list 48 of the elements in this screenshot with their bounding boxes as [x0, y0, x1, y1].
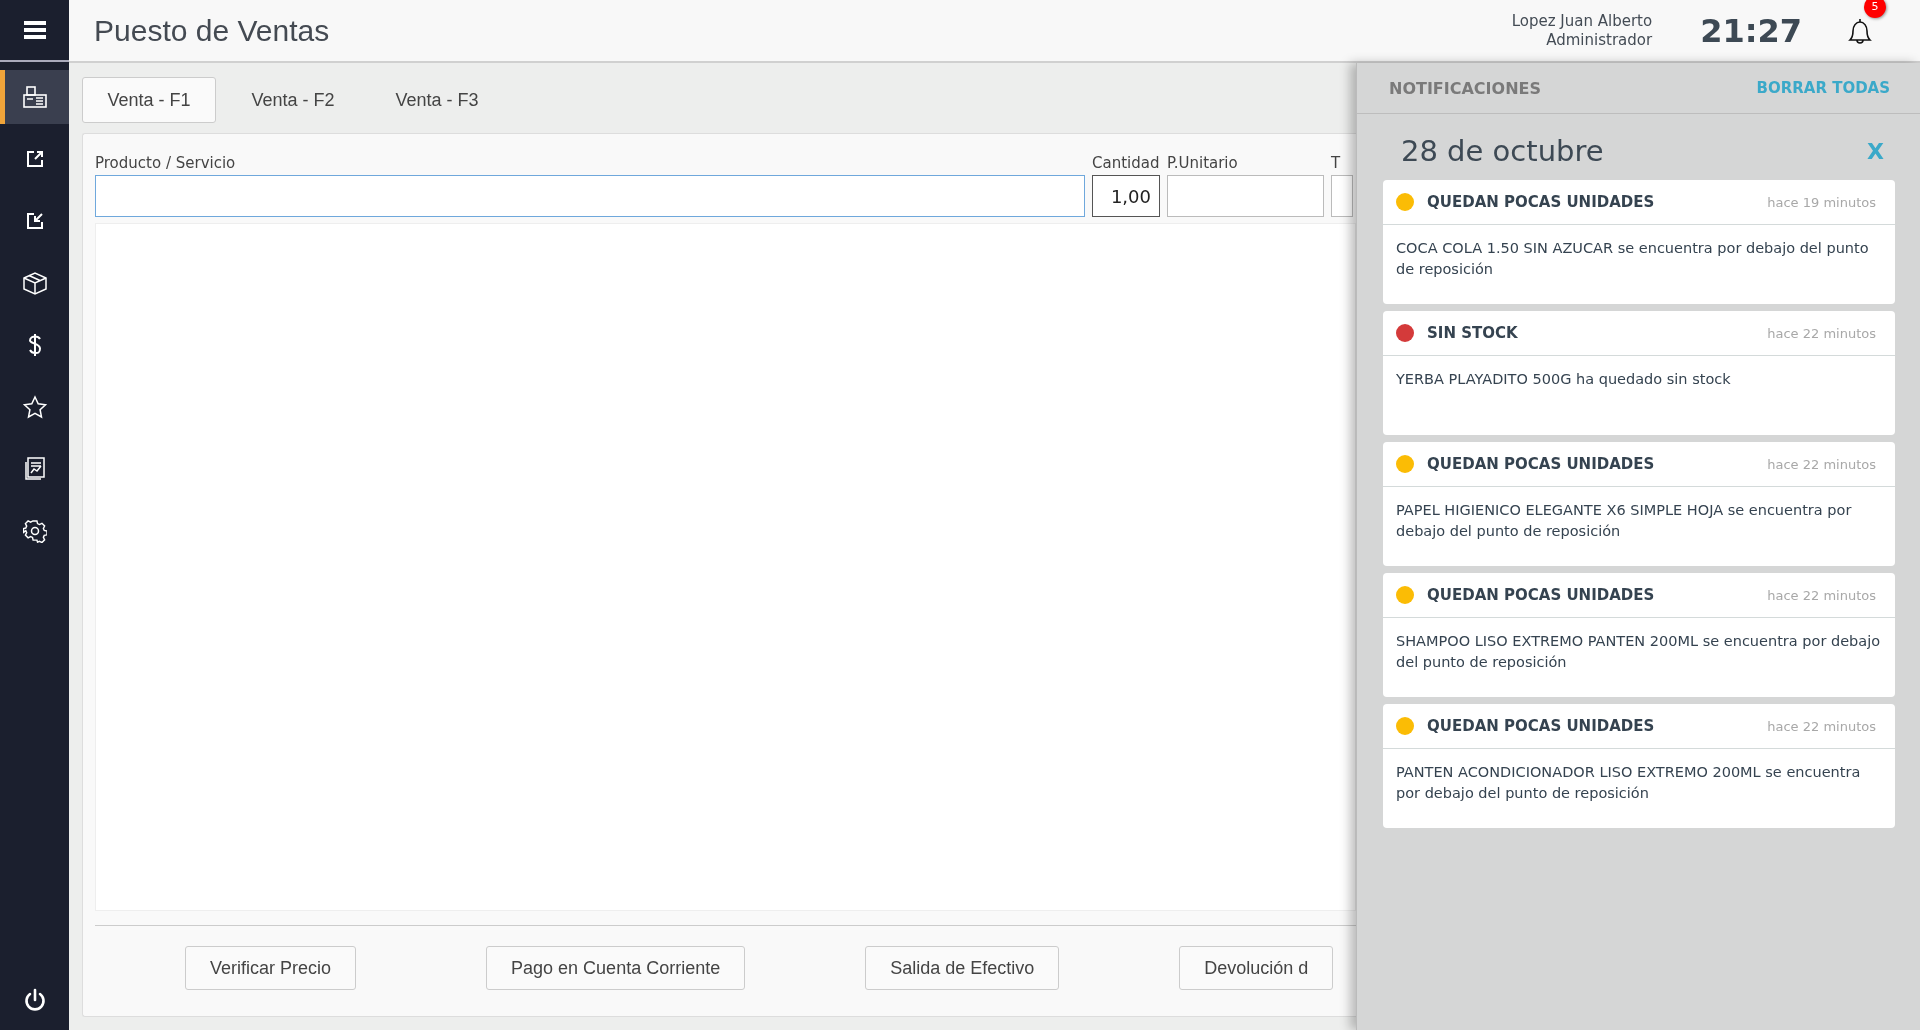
- dollar-icon: [27, 333, 42, 357]
- notification-title: QUEDAN POCAS UNIDADES: [1427, 455, 1656, 473]
- clock-time: 21:27: [1700, 11, 1802, 50]
- sale-tab[interactable]: Venta - F1: [82, 77, 216, 123]
- notification-message: SHAMPOO LISO EXTREMO PANTEN 200ML se encuentra por debajo del punto de reposición: [1395, 632, 1882, 672]
- notification-badge: 5: [1864, 0, 1886, 18]
- notification-title: QUEDAN POCAS UNIDADES: [1427, 717, 1656, 735]
- notification-title: QUEDAN POCAS UNIDADES: [1427, 586, 1656, 604]
- menu-icon[interactable]: [23, 20, 46, 40]
- notification-message: COCA COLA 1.50 SIN AZUCAR se encuentra por debajo del punto de reposición: [1395, 239, 1870, 279]
- field-label: Cantidad: [1092, 154, 1160, 172]
- star-icon: [21, 395, 48, 419]
- notification-time: hace 22 minutos: [1767, 718, 1876, 734]
- sale-tab[interactable]: Venta - F3: [370, 77, 504, 123]
- box-icon: [21, 271, 48, 295]
- user-name: Lopez Juan Alberto: [1511, 11, 1653, 31]
- input-field[interactable]: [1167, 175, 1324, 217]
- notification-time: hace 22 minutos: [1767, 456, 1876, 472]
- date-heading: 28 de octubre: [1401, 134, 1604, 168]
- action-button[interactable]: Verificar Precio: [185, 946, 357, 990]
- cash-register-icon: [21, 85, 48, 109]
- notification-message: PANTEN ACONDICIONADOR LISO EXTREMO 200ML se encuentra por debajo del punto de reposición: [1395, 763, 1862, 803]
- notification-title: QUEDAN POCAS UNIDADES: [1427, 193, 1656, 211]
- page-title: Puesto de Ventas: [94, 13, 331, 48]
- field-label: P.Unitario: [1167, 154, 1239, 172]
- notification-time: hace 22 minutos: [1767, 587, 1876, 603]
- report-icon: [23, 457, 46, 481]
- sale-tab[interactable]: Venta - F2: [226, 77, 360, 123]
- field-label: Producto / Servicio: [95, 154, 237, 172]
- input-field[interactable]: [95, 175, 1085, 217]
- action-button[interactable]: Pago en Cuenta Corriente: [486, 946, 746, 990]
- action-button[interactable]: Salida de Efectivo: [865, 946, 1060, 990]
- field-label: T: [1331, 154, 1342, 172]
- user-role: Administrador: [1546, 30, 1653, 50]
- export-icon: [24, 149, 45, 169]
- notification-time: hace 19 minutos: [1767, 194, 1876, 210]
- import-icon: [24, 211, 45, 231]
- sidebar-item[interactable]: [0, 70, 69, 124]
- panel-title: NOTIFICACIONES: [1389, 78, 1541, 98]
- notification-message: PAPEL HIGIENICO ELEGANTE X6 SIMPLE HOJA se encuentra por debajo del punto de reposición: [1395, 501, 1853, 541]
- power-icon[interactable]: [23, 988, 46, 1012]
- settings-icon: [22, 519, 47, 543]
- notification-title: SIN STOCK: [1427, 324, 1519, 342]
- input-field[interactable]: [1331, 175, 1353, 217]
- notification-time: hace 22 minutos: [1767, 325, 1876, 341]
- notification-message: YERBA PLAYADITO 500G ha quedado sin stock: [1395, 370, 1732, 389]
- action-button[interactable]: Devolución d: [1179, 946, 1334, 990]
- input-field[interactable]: 1,00: [1092, 175, 1160, 217]
